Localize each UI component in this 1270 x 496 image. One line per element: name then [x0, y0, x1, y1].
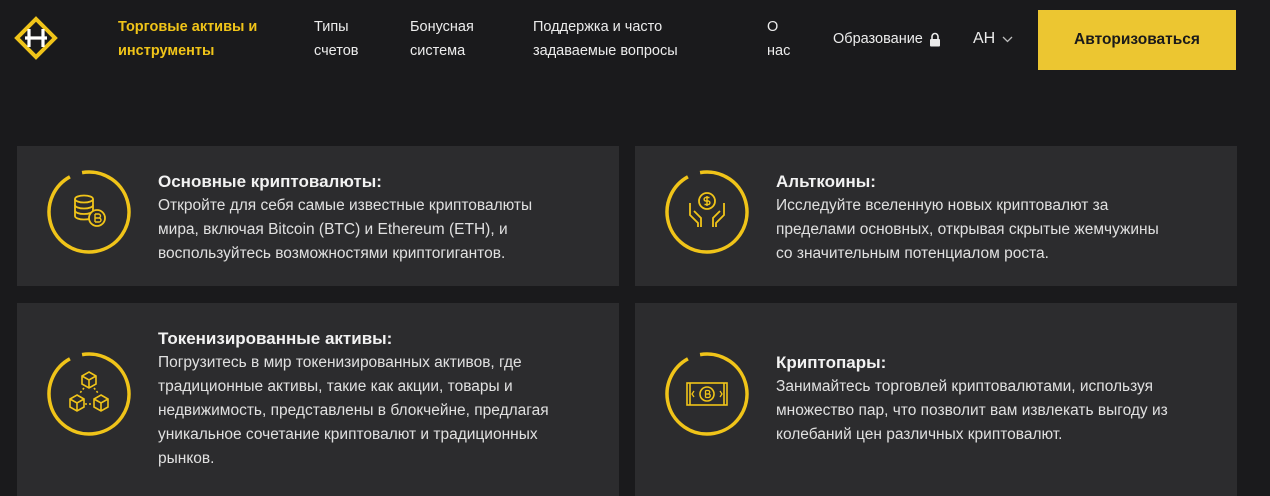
card-description-line: мира, включая Bitcoin (BTC) и Ethereum (… [158, 221, 508, 238]
card-description-line: множество пар, что позволит вам извлекат… [776, 402, 1168, 419]
header: Торговые активы и инструменты Типы счето… [0, 0, 1270, 80]
nav-education-label: Образование [833, 31, 923, 47]
card-title: Основные криптовалюты: [158, 172, 382, 191]
coins-bitcoin-icon [47, 170, 131, 254]
card-description-line: рынков. [158, 450, 215, 467]
login-button[interactable]: Авторизоваться [1038, 10, 1236, 70]
card-altcoins: Альткоины: Исследуйте вселенную новых кр… [635, 146, 1237, 286]
nav-line: система [410, 43, 466, 59]
card-tokenized-assets: Токенизированные активы: Погрузитесь в м… [17, 303, 619, 496]
card-title: Альткоины: [776, 172, 876, 191]
nav-trading-assets[interactable]: Торговые активы и инструменты [118, 15, 257, 63]
nav-bonus-system[interactable]: Бонусная система [410, 15, 474, 63]
card-description-line: Откройте для себя самые известные крипто… [158, 197, 533, 214]
card-description-line: воспользуйтесь возможностями криптогиган… [158, 245, 506, 262]
card-major-crypto: Основные криптовалюты: Откройте для себя… [17, 146, 619, 286]
nav-line: Торговые активы и [118, 19, 258, 35]
nav-line: задаваемые вопросы [533, 43, 678, 59]
nav-account-types[interactable]: Типы счетов [314, 15, 358, 63]
chevron-down-icon [1002, 36, 1013, 42]
nav-line: О [767, 19, 779, 35]
card-description: Исследуйте вселенную новых криптовалют з… [776, 194, 1159, 266]
card-description-line: традиционные активы, такие как акции, то… [158, 378, 513, 395]
card-description-line: Погрузитесь в мир токенизированных актив… [158, 354, 522, 371]
card-description-line: со значительным потенциалом роста. [776, 245, 1049, 262]
card-description: Погрузитесь в мир токенизированных актив… [158, 351, 549, 471]
card-description-line: пределами основных, открывая скрытые жем… [776, 221, 1159, 238]
card-description: Занимайтесь торговлей криптовалютами, ис… [776, 375, 1168, 447]
card-title: Токенизированные активы: [158, 329, 393, 348]
nav-line: нас [767, 43, 791, 59]
language-selector[interactable]: АН [973, 28, 1013, 50]
nav-support-faq[interactable]: Поддержка и часто задаваемые вопросы [533, 15, 678, 63]
blockchain-cubes-icon [47, 352, 131, 436]
card-description-line: Занимайтесь торговлей криптовалютами, ис… [776, 378, 1154, 395]
hands-dollar-icon [665, 170, 749, 254]
card-description: Откройте для себя самые известные крипто… [158, 194, 532, 266]
nav-line: Типы [314, 19, 349, 35]
card-description-line: колебаний цен различных криптовалют. [776, 426, 1063, 443]
page: Торговые активы и инструменты Типы счето… [0, 0, 1270, 496]
card-crypto-pairs: Криптопары: Занимайтесь торговлей крипто… [635, 303, 1237, 496]
card-description-line: недвижимость, представлены в блокчейне, … [158, 402, 549, 419]
nav-line: Поддержка и часто [533, 19, 663, 35]
diamond-logo-icon[interactable] [14, 16, 58, 60]
nav-line: инструменты [118, 43, 215, 59]
card-description-line: Исследуйте вселенную новых криптовалют з… [776, 197, 1109, 214]
language-label: АН [973, 30, 996, 47]
nav-line: счетов [314, 43, 359, 59]
card-title: Криптопары: [776, 353, 887, 372]
card-description-line: уникальное сочетание криптовалют и тради… [158, 426, 538, 443]
nav-education[interactable]: Образование [833, 28, 941, 50]
bitcoin-banknote-icon [665, 352, 749, 436]
nav-about-us[interactable]: О нас [767, 15, 790, 63]
nav-line: Бонусная [410, 19, 474, 35]
lock-icon [929, 32, 940, 46]
